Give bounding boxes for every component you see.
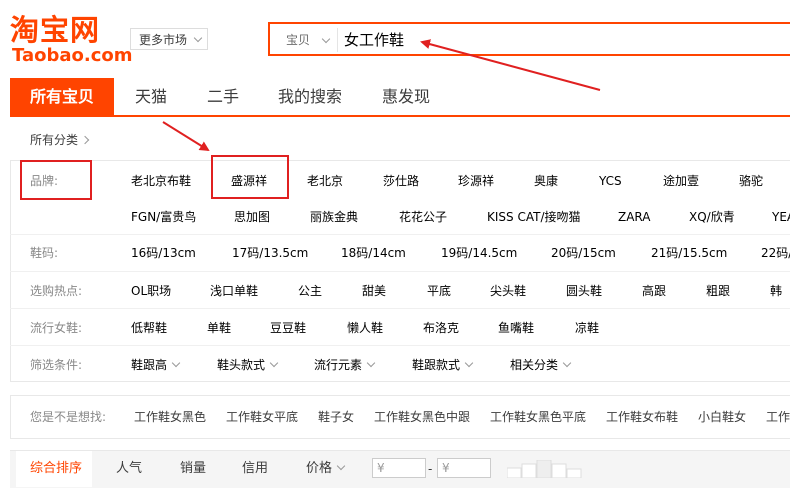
sort-price-label: 价格 (306, 461, 333, 476)
suggestions-label: 您是不是想找: (30, 410, 107, 424)
price-separator: - (428, 462, 433, 476)
sort-popularity[interactable]: 人气 (116, 460, 142, 478)
suggestion-link[interactable]: 工作 (766, 408, 790, 426)
histogram-bar (521, 463, 537, 478)
histogram-bar (551, 463, 567, 478)
annotation-arrow (162, 121, 210, 152)
sort-credit[interactable]: 信用 (242, 460, 268, 478)
histogram-bar (507, 467, 522, 478)
suggestion-link[interactable]: 小白鞋女 (698, 408, 746, 426)
suggestion-link[interactable]: 工作鞋女布鞋 (606, 408, 678, 426)
sort-default[interactable]: 综合排序 (30, 460, 82, 478)
suggestion-link[interactable]: 工作鞋女黑色平底 (490, 408, 586, 426)
sort-price[interactable]: 价格 (306, 460, 346, 478)
suggestion-link[interactable]: 工作鞋女黑色 (134, 408, 206, 426)
chevron-down-icon (336, 461, 346, 471)
price-min-input[interactable]: ¥ (372, 458, 426, 478)
suggestion-link[interactable]: 工作鞋女平底 (226, 408, 298, 426)
histogram-bar (566, 468, 582, 478)
suggestion-link[interactable]: 工作鞋女黑色中跟 (374, 408, 470, 426)
price-histogram[interactable] (507, 460, 582, 478)
sort-sales[interactable]: 销量 (180, 460, 206, 478)
suggestion-link[interactable]: 鞋子女 (318, 408, 354, 426)
price-max-input[interactable]: ¥ (437, 458, 491, 478)
annotation-arrow (420, 39, 601, 91)
histogram-bar (536, 460, 552, 478)
